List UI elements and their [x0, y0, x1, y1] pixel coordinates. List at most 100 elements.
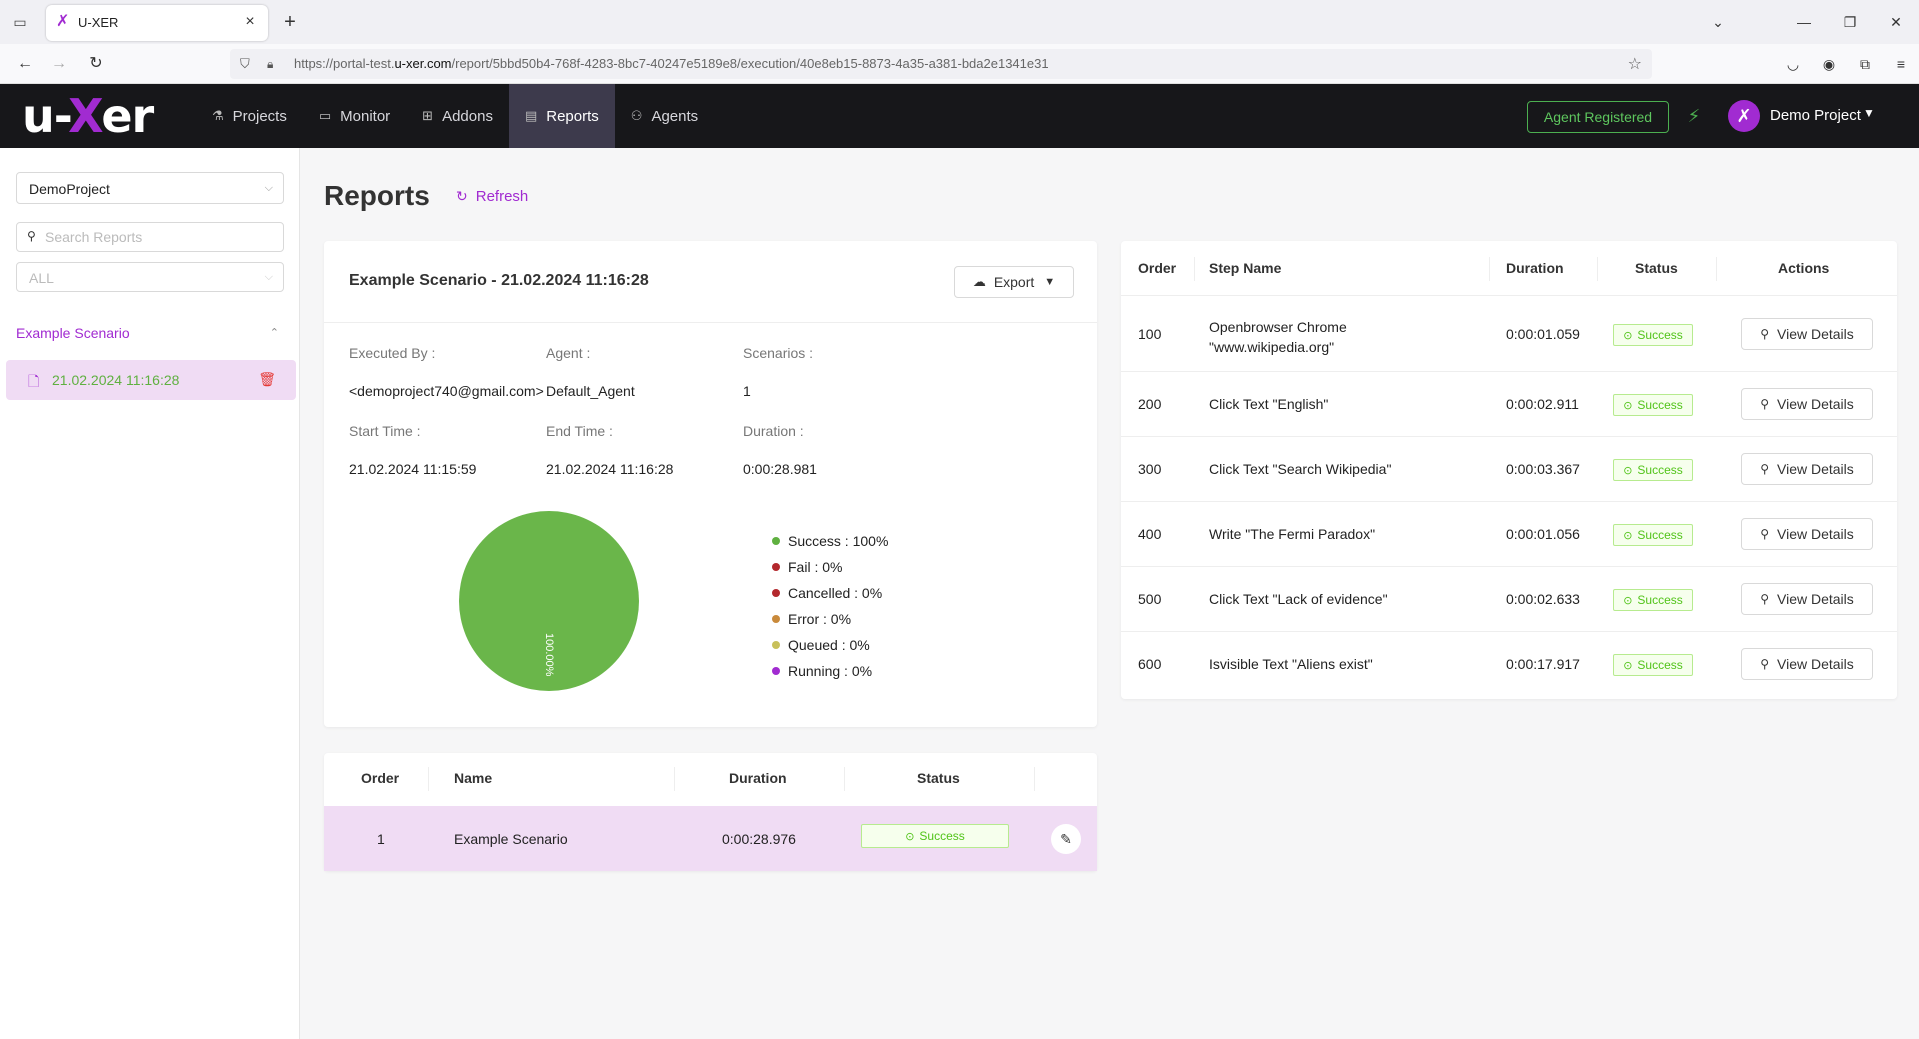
view-details-button[interactable]: ⚲ View Details [1741, 648, 1873, 680]
shield-icon[interactable]: ⛉ [240, 56, 256, 72]
legend-label: Success : 100% [788, 533, 889, 549]
tab-close-icon[interactable]: × [240, 12, 260, 32]
project-name[interactable]: Demo Project [1770, 107, 1861, 124]
document-icon: ▤ [524, 108, 538, 123]
new-tab-icon[interactable]: + [280, 12, 300, 32]
legend-item[interactable]: Success : 100% [772, 528, 888, 554]
search-input[interactable] [45, 228, 275, 246]
edit-button[interactable]: ✎ [1051, 824, 1081, 854]
bookmark-star-icon[interactable]: ☆ [1628, 54, 1642, 74]
menu-hamburger-icon[interactable]: ≡ [1883, 44, 1919, 84]
legend-label: Queued : 0% [788, 637, 870, 653]
cloud-upload-icon: ☁ [972, 274, 986, 289]
agent-label: Agent : [546, 345, 591, 361]
steps-table-header: Order Step Name Duration Status Actions [1121, 241, 1897, 296]
delete-icon[interactable]: 🗑︎ [258, 371, 276, 388]
pie-slice-label: 100.00% [543, 633, 555, 677]
col-order-header: Order [361, 770, 400, 786]
col-name-header: Name [454, 770, 493, 786]
flask-icon: ⚗ [212, 108, 224, 123]
menu-item-monitor[interactable]: ▭ Monitor [303, 84, 406, 148]
legend-item[interactable]: Cancelled : 0% [772, 580, 888, 606]
step-name: Click Text "English" [1209, 396, 1329, 412]
step-duration: 0:00:17.917 [1506, 656, 1580, 672]
execution-summary-card: Example Scenario - 21.02.2024 11:16:28 ☁… [324, 241, 1097, 727]
extensions-icon[interactable]: ⧉ [1847, 44, 1883, 84]
check-circle-icon: ⊙ [1623, 529, 1633, 542]
refresh-button[interactable]: ↻ Refresh [456, 186, 528, 206]
step-duration: 0:00:01.056 [1506, 526, 1580, 542]
agent-status-badge[interactable]: Agent Registered [1527, 101, 1669, 133]
column-divider [844, 767, 845, 791]
back-arrow-icon[interactable]: ← [14, 53, 36, 75]
browser-tab[interactable]: ✗ U-XER × [46, 5, 268, 41]
legend-item[interactable]: Error : 0% [772, 606, 888, 632]
legend-dot-icon [772, 667, 780, 675]
start-time-label: Start Time : [349, 423, 421, 439]
step-order: 100 [1138, 326, 1162, 342]
url-text[interactable]: https://portal-test.u-xer.com/report/5bb… [294, 56, 1049, 71]
step-order: 200 [1138, 396, 1162, 412]
summary-title: Example Scenario - 21.02.2024 11:16:28 [349, 272, 649, 289]
reload-icon[interactable]: ↻ [85, 53, 107, 75]
export-button[interactable]: ☁ Export ▼ [954, 266, 1074, 298]
view-details-button[interactable]: ⚲ View Details [1741, 453, 1873, 485]
uxer-logo[interactable]: u-Xer [22, 92, 154, 140]
table-row: 300 Click Text "Search Wikipedia" 0:00:0… [1121, 437, 1897, 502]
step-order: 500 [1138, 591, 1162, 607]
pie-legend: Success : 100% Fail : 0% Cancelled : 0% Err… [772, 528, 888, 684]
agents-icon: ⚇ [630, 108, 643, 123]
end-time-label: End Time : [546, 423, 613, 439]
legend-item[interactable]: Running : 0% [772, 658, 888, 684]
browser-tabbar: ▭ ✗ U-XER × + ⌄ — ❐ ✕ [0, 0, 1919, 44]
lock-icon[interactable]: 🔒︎ [267, 56, 283, 72]
row-name: Example Scenario [454, 831, 568, 847]
search-icon: ⚲ [1760, 397, 1769, 411]
file-icon: 🗋︎ [28, 373, 40, 389]
column-divider [1489, 257, 1490, 281]
step-duration: 0:00:02.911 [1506, 396, 1579, 412]
view-details-button[interactable]: ⚲ View Details [1741, 318, 1873, 350]
pocket-icon[interactable]: ◡ [1775, 44, 1811, 84]
plug-connected-icon[interactable]: ⚡ [1682, 104, 1706, 128]
menu-item-agents[interactable]: ⚇ Agents [615, 84, 714, 148]
column-divider [1716, 257, 1717, 281]
column-divider [1034, 767, 1035, 791]
window-close-icon[interactable]: ✕ [1873, 0, 1919, 44]
view-details-button[interactable]: ⚲ View Details [1741, 518, 1873, 550]
forward-arrow-icon[interactable]: → [48, 53, 70, 75]
menu-item-addons[interactable]: ⊞ Addons [406, 84, 509, 148]
report-group-header[interactable]: Example Scenario ⌃ [0, 318, 299, 348]
legend-item[interactable]: Fail : 0% [772, 554, 888, 580]
search-reports[interactable]: ⚲ [16, 222, 284, 252]
tab-overflow-chevron-icon[interactable]: ⌄ [1695, 0, 1741, 44]
account-icon[interactable]: ◉ [1811, 44, 1847, 84]
view-details-button[interactable]: ⚲ View Details [1741, 583, 1873, 615]
step-duration: 0:00:02.633 [1506, 591, 1580, 607]
legend-dot-icon [772, 589, 780, 597]
search-icon: ⚲ [1760, 327, 1769, 341]
tab-list-icon[interactable]: ▭ [10, 12, 30, 32]
step-order: 300 [1138, 461, 1162, 477]
menu-item-reports[interactable]: ▤ Reports [508, 84, 615, 148]
browser-navbar: ← → ↻ ⛉ 🔒︎ https://portal-test.u-xer.com… [0, 44, 1919, 84]
legend-dot-icon [772, 615, 780, 623]
start-time-value: 21.02.2024 11:15:59 [349, 461, 477, 477]
url-bar[interactable]: ⛉ 🔒︎ https://portal-test.u-xer.com/repor… [230, 49, 1652, 79]
view-details-button[interactable]: ⚲ View Details [1741, 388, 1873, 420]
window-minimize-icon[interactable]: — [1781, 0, 1827, 44]
project-avatar[interactable]: ✗ [1728, 100, 1760, 132]
status-filter-select[interactable]: ALL ⌵ [16, 262, 284, 292]
table-row[interactable]: 1 Example Scenario 0:00:28.976 ⊙ Success … [324, 806, 1097, 871]
report-list-item[interactable]: 🗋︎ 21.02.2024 11:16:28 🗑︎ [6, 360, 296, 400]
legend-item[interactable]: Queued : 0% [772, 632, 888, 658]
menu-item-projects[interactable]: ⚗ Projects [196, 84, 303, 148]
step-order: 400 [1138, 526, 1162, 542]
sidebar: DemoProject ⌵ ⚲ ALL ⌵ Example Scenario ⌃… [0, 148, 300, 1039]
step-duration: 0:00:01.059 [1506, 326, 1580, 342]
grid-icon: ⊞ [422, 108, 434, 123]
project-select[interactable]: DemoProject ⌵ [16, 172, 284, 204]
window-restore-icon[interactable]: ❐ [1827, 0, 1873, 44]
caret-down-icon[interactable]: ▼ [1863, 106, 1875, 120]
chevron-up-icon: ⌃ [269, 327, 279, 339]
